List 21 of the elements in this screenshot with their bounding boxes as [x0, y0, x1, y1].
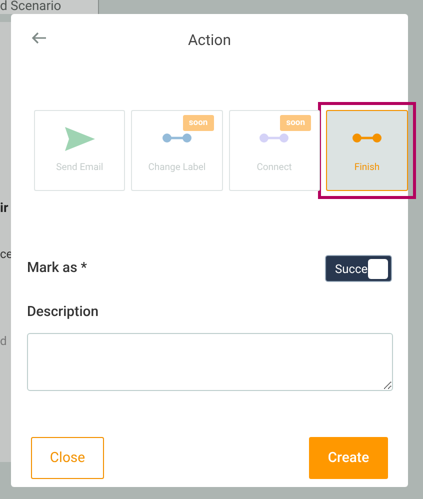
field-fragment: d [0, 333, 7, 349]
status-toggle[interactable]: Succe [325, 255, 392, 282]
action-card[interactable]: soon Change Label [131, 110, 223, 191]
action-label: Send Email [56, 161, 104, 175]
mark-as-label: Mark as * [27, 259, 87, 278]
soon-badge: soon [280, 115, 311, 131]
action-label: Finish [354, 161, 380, 175]
close-button[interactable]: Close [31, 437, 104, 479]
action-label: Change Label [148, 161, 206, 175]
action-card[interactable]: soon Connect [228, 110, 320, 191]
description-field[interactable] [27, 333, 393, 391]
soon-badge: soon [182, 115, 214, 131]
dialog-title: Action [188, 30, 232, 52]
heading-fragment: ir [0, 201, 8, 217]
tab[interactable]: d Scenario [0, 0, 99, 14]
action-card[interactable]: Send Email [34, 110, 126, 191]
action-label: Connect [256, 161, 292, 175]
create-button[interactable]: Create [309, 437, 388, 479]
description-label: Description [26, 303, 100, 322]
back-arrow-icon[interactable] [31, 32, 47, 44]
action-card[interactable]: Finish [326, 110, 408, 191]
